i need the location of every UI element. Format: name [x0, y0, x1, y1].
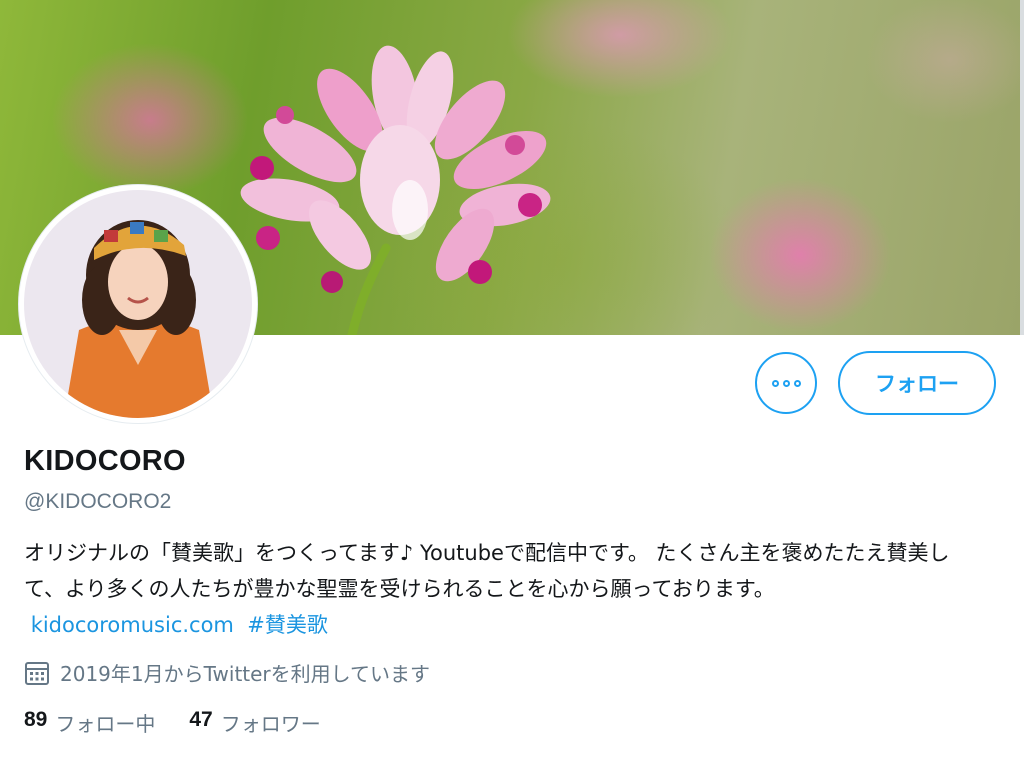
join-date: 2019年1月からTwitterを利用しています: [24, 658, 430, 687]
bio-text: オリジナルの「賛美歌」をつくってます♪ Youtubeで配信中です。 たくさん主…: [24, 541, 950, 601]
follow-button[interactable]: フォロー: [838, 351, 996, 415]
following-count: 89: [24, 708, 48, 731]
bio-website-link[interactable]: kidocoromusic.com: [31, 613, 234, 637]
follow-stats: 89 フォロー中 47 フォロワー: [24, 708, 321, 737]
avatar-portrait-illustration: [24, 190, 252, 418]
profile-bio: オリジナルの「賛美歌」をつくってます♪ Youtubeで配信中です。 たくさん主…: [24, 535, 984, 643]
following-label: フォロー中: [55, 712, 156, 736]
calendar-icon: [25, 661, 49, 685]
banner-scroll-edge: [1020, 0, 1024, 335]
following-stat[interactable]: 89 フォロー中: [24, 708, 155, 737]
bio-hashtag-link[interactable]: #賛美歌: [247, 613, 328, 637]
more-horizontal-icon: [771, 379, 801, 387]
profile-avatar[interactable]: [19, 185, 257, 423]
user-handle: @KIDOCORO2: [24, 490, 172, 513]
join-date-text: 2019年1月からTwitterを利用しています: [60, 662, 431, 686]
followers-stat[interactable]: 47 フォロワー: [189, 708, 320, 737]
followers-label: フォロワー: [220, 712, 321, 736]
followers-count: 47: [189, 708, 213, 731]
display-name: KIDOCORO: [24, 445, 186, 477]
more-options-button[interactable]: [755, 352, 817, 414]
